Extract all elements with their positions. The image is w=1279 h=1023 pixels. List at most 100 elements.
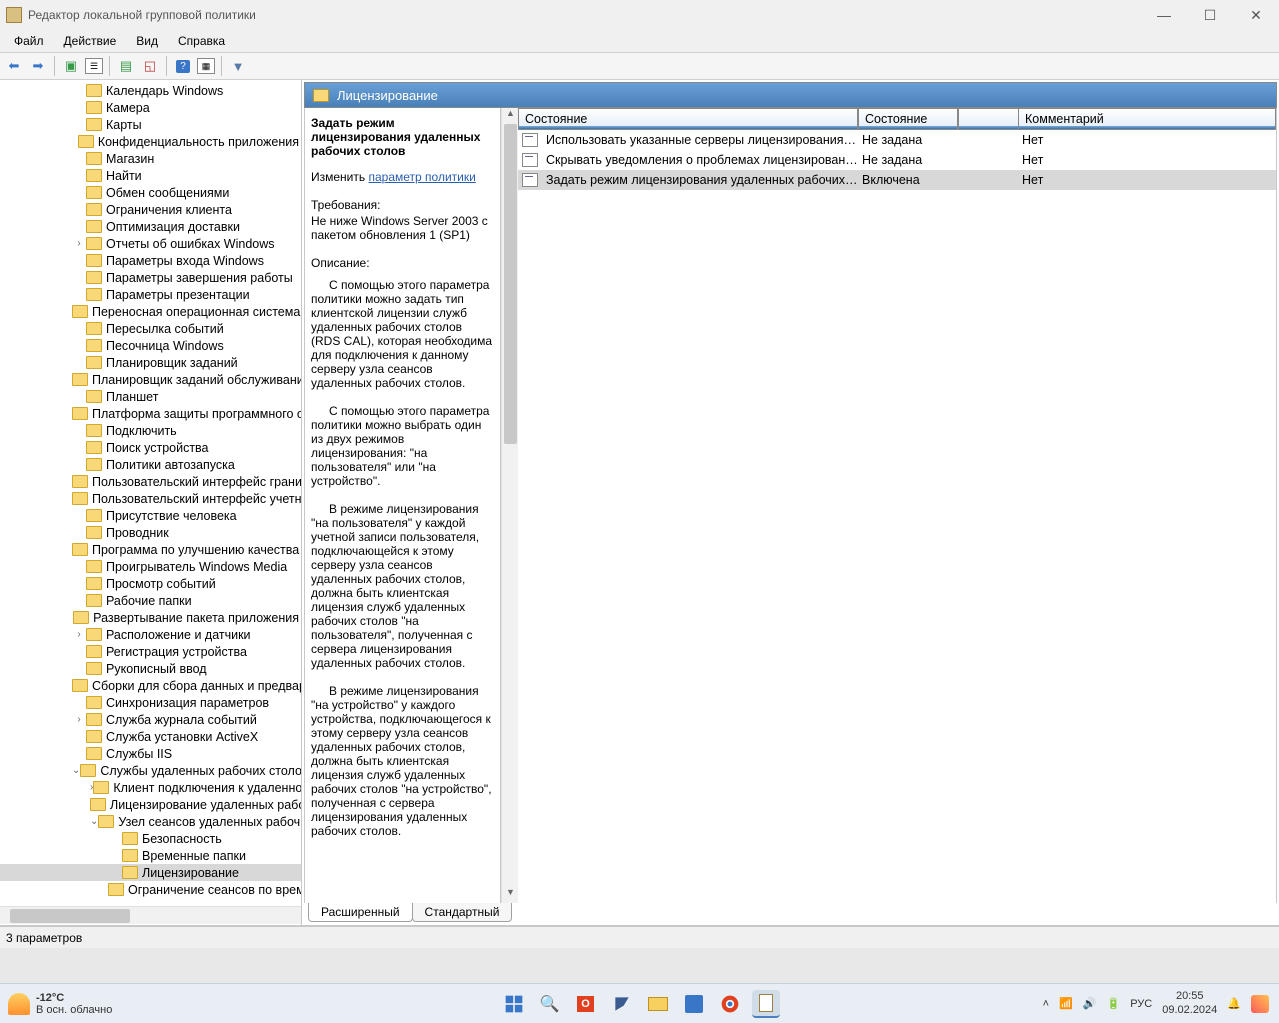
col-state[interactable]: Состояние bbox=[858, 108, 958, 130]
refresh-button[interactable]: ◱ bbox=[140, 56, 160, 76]
tree-item[interactable]: Пользовательский интерфейс учетных bbox=[0, 490, 301, 507]
tree-item[interactable]: Рукописный ввод bbox=[0, 660, 301, 677]
tree-item[interactable]: Планировщик заданий обслуживания bbox=[0, 371, 301, 388]
close-button[interactable]: ✕ bbox=[1233, 0, 1279, 30]
tray-notifications-icon[interactable]: 🔔 bbox=[1227, 997, 1241, 1010]
tree-item[interactable]: Политики автозапуска bbox=[0, 456, 301, 473]
collapse-icon[interactable]: ⌄ bbox=[72, 765, 80, 776]
tray-volume-icon[interactable]: 🔊 bbox=[1083, 997, 1097, 1010]
start-button[interactable] bbox=[500, 990, 528, 1018]
menu-action[interactable]: Действие bbox=[54, 32, 127, 50]
tree-item[interactable]: Магазин bbox=[0, 150, 301, 167]
tree-item[interactable]: Службы IIS bbox=[0, 745, 301, 762]
taskbar-app-1[interactable]: O bbox=[572, 990, 600, 1018]
tree-item[interactable]: Проигрыватель Windows Media bbox=[0, 558, 301, 575]
col-comment[interactable]: Комментарий bbox=[1018, 108, 1276, 130]
tree-item[interactable]: Переносная операционная система bbox=[0, 303, 301, 320]
expand-icon[interactable]: › bbox=[72, 629, 86, 640]
tree-item[interactable]: Камера bbox=[0, 99, 301, 116]
tab-standard[interactable]: Стандартный bbox=[412, 903, 513, 922]
tree-item[interactable]: Оптимизация доставки bbox=[0, 218, 301, 235]
tree-item[interactable]: Подключить bbox=[0, 422, 301, 439]
tree-item[interactable]: Служба установки ActiveX bbox=[0, 728, 301, 745]
export-button[interactable]: ▤ bbox=[116, 56, 136, 76]
weather-widget[interactable]: -12°C В осн. облачно bbox=[0, 992, 112, 1016]
tab-extended[interactable]: Расширенный bbox=[308, 903, 413, 922]
tree-item[interactable]: Обмен сообщениями bbox=[0, 184, 301, 201]
tree-item[interactable]: Конфиденциальность приложения bbox=[0, 133, 301, 150]
taskbar-store[interactable] bbox=[680, 990, 708, 1018]
taskbar-chrome[interactable] bbox=[716, 990, 744, 1018]
tree-item[interactable]: Карты bbox=[0, 116, 301, 133]
tree-item[interactable]: Ограничение сеансов по времени bbox=[0, 881, 301, 898]
tree-item[interactable]: Лицензирование удаленных рабочих bbox=[0, 796, 301, 813]
tray-badge-icon[interactable] bbox=[1251, 995, 1269, 1013]
tree-item[interactable]: Пользовательский интерфейс границ bbox=[0, 473, 301, 490]
col-spacer[interactable] bbox=[958, 108, 1018, 130]
tree-item[interactable]: Найти bbox=[0, 167, 301, 184]
tree-item[interactable]: Платформа защиты программного обеспечени… bbox=[0, 405, 301, 422]
tree-hscrollbar[interactable] bbox=[0, 906, 301, 924]
tree-item[interactable]: Поиск устройства bbox=[0, 439, 301, 456]
col-name[interactable]: Состояние bbox=[518, 108, 858, 130]
policy-row[interactable]: Задать режим лицензирования удаленных ра… bbox=[518, 170, 1276, 190]
tree-item[interactable]: Песочница Windows bbox=[0, 337, 301, 354]
menu-help[interactable]: Справка bbox=[168, 32, 235, 50]
filter-button[interactable]: ▼ bbox=[228, 56, 248, 76]
tree-item[interactable]: ›Клиент подключения к удаленному bbox=[0, 779, 301, 796]
tree-item[interactable]: Присутствие человека bbox=[0, 507, 301, 524]
tree[interactable]: Календарь WindowsКамераКартыКонфиденциал… bbox=[0, 80, 301, 906]
desc-vscrollbar[interactable]: ▲▼ bbox=[501, 108, 518, 903]
tree-item[interactable]: Календарь Windows bbox=[0, 82, 301, 99]
collapse-icon[interactable]: ⌄ bbox=[90, 816, 98, 827]
tree-item[interactable]: Регистрация устройства bbox=[0, 643, 301, 660]
help-button[interactable]: ? bbox=[173, 56, 193, 76]
up-button[interactable]: ▣ bbox=[61, 56, 81, 76]
edit-policy-link[interactable]: параметр политики bbox=[368, 170, 475, 184]
expand-icon[interactable]: › bbox=[72, 238, 86, 249]
policy-row[interactable]: Скрывать уведомления о проблемах лицензи… bbox=[518, 150, 1276, 170]
tree-item[interactable]: ›Расположение и датчики bbox=[0, 626, 301, 643]
tree-item[interactable]: Пересылка событий bbox=[0, 320, 301, 337]
tree-item[interactable]: Параметры завершения работы bbox=[0, 269, 301, 286]
tray-clock[interactable]: 20:55 09.02.2024 bbox=[1162, 990, 1217, 1016]
policy-row[interactable]: Использовать указанные серверы лицензиро… bbox=[518, 130, 1276, 150]
properties-button[interactable]: ▦ bbox=[197, 58, 215, 74]
tray-chevron-icon[interactable]: ˄ bbox=[1043, 998, 1049, 1010]
tree-item[interactable]: Программа по улучшению качества bbox=[0, 541, 301, 558]
tree-item[interactable]: ›Отчеты об ошибках Windows bbox=[0, 235, 301, 252]
tree-item[interactable]: Ограничения клиента bbox=[0, 201, 301, 218]
maximize-button[interactable]: ☐ bbox=[1187, 0, 1233, 30]
tree-item[interactable]: Параметры презентации bbox=[0, 286, 301, 303]
tray-battery-icon[interactable]: 🔋 bbox=[1107, 997, 1121, 1010]
tree-item[interactable]: Безопасность bbox=[0, 830, 301, 847]
tree-item[interactable]: ⌄Узел сеансов удаленных рабочих bbox=[0, 813, 301, 830]
tray-lang[interactable]: РУС bbox=[1130, 998, 1152, 1010]
tree-item[interactable]: Проводник bbox=[0, 524, 301, 541]
tree-item[interactable]: Сборки для сбора данных и предварительны… bbox=[0, 677, 301, 694]
tree-item[interactable]: Развертывание пакета приложения bbox=[0, 609, 301, 626]
minimize-button[interactable]: — bbox=[1141, 0, 1187, 30]
tree-item[interactable]: Лицензирование bbox=[0, 864, 301, 881]
search-button[interactable]: 🔍 bbox=[536, 990, 564, 1018]
show-hide-button[interactable]: ☰ bbox=[85, 58, 103, 74]
tree-item[interactable]: Рабочие папки bbox=[0, 592, 301, 609]
tree-item[interactable]: Планировщик заданий bbox=[0, 354, 301, 371]
menu-view[interactable]: Вид bbox=[126, 32, 168, 50]
tree-item[interactable]: Просмотр событий bbox=[0, 575, 301, 592]
back-button[interactable]: ⬅ bbox=[4, 56, 24, 76]
menu-file[interactable]: Файл bbox=[4, 32, 54, 50]
taskbar-explorer[interactable] bbox=[644, 990, 672, 1018]
tree-item[interactable]: ⌄Службы удаленных рабочих столов bbox=[0, 762, 301, 779]
tray-network-icon[interactable]: 📶 bbox=[1059, 997, 1073, 1010]
forward-button[interactable]: ➡ bbox=[28, 56, 48, 76]
tree-item[interactable]: Временные папки bbox=[0, 847, 301, 864]
tree-item[interactable]: ›Служба журнала событий bbox=[0, 711, 301, 728]
description-label: Описание: bbox=[311, 256, 494, 270]
tree-item[interactable]: Синхронизация параметров bbox=[0, 694, 301, 711]
taskbar-app-2[interactable] bbox=[608, 990, 636, 1018]
taskbar-gpedit[interactable] bbox=[752, 990, 780, 1018]
tree-item[interactable]: Параметры входа Windows bbox=[0, 252, 301, 269]
tree-item[interactable]: Планшет bbox=[0, 388, 301, 405]
expand-icon[interactable]: › bbox=[72, 714, 86, 725]
